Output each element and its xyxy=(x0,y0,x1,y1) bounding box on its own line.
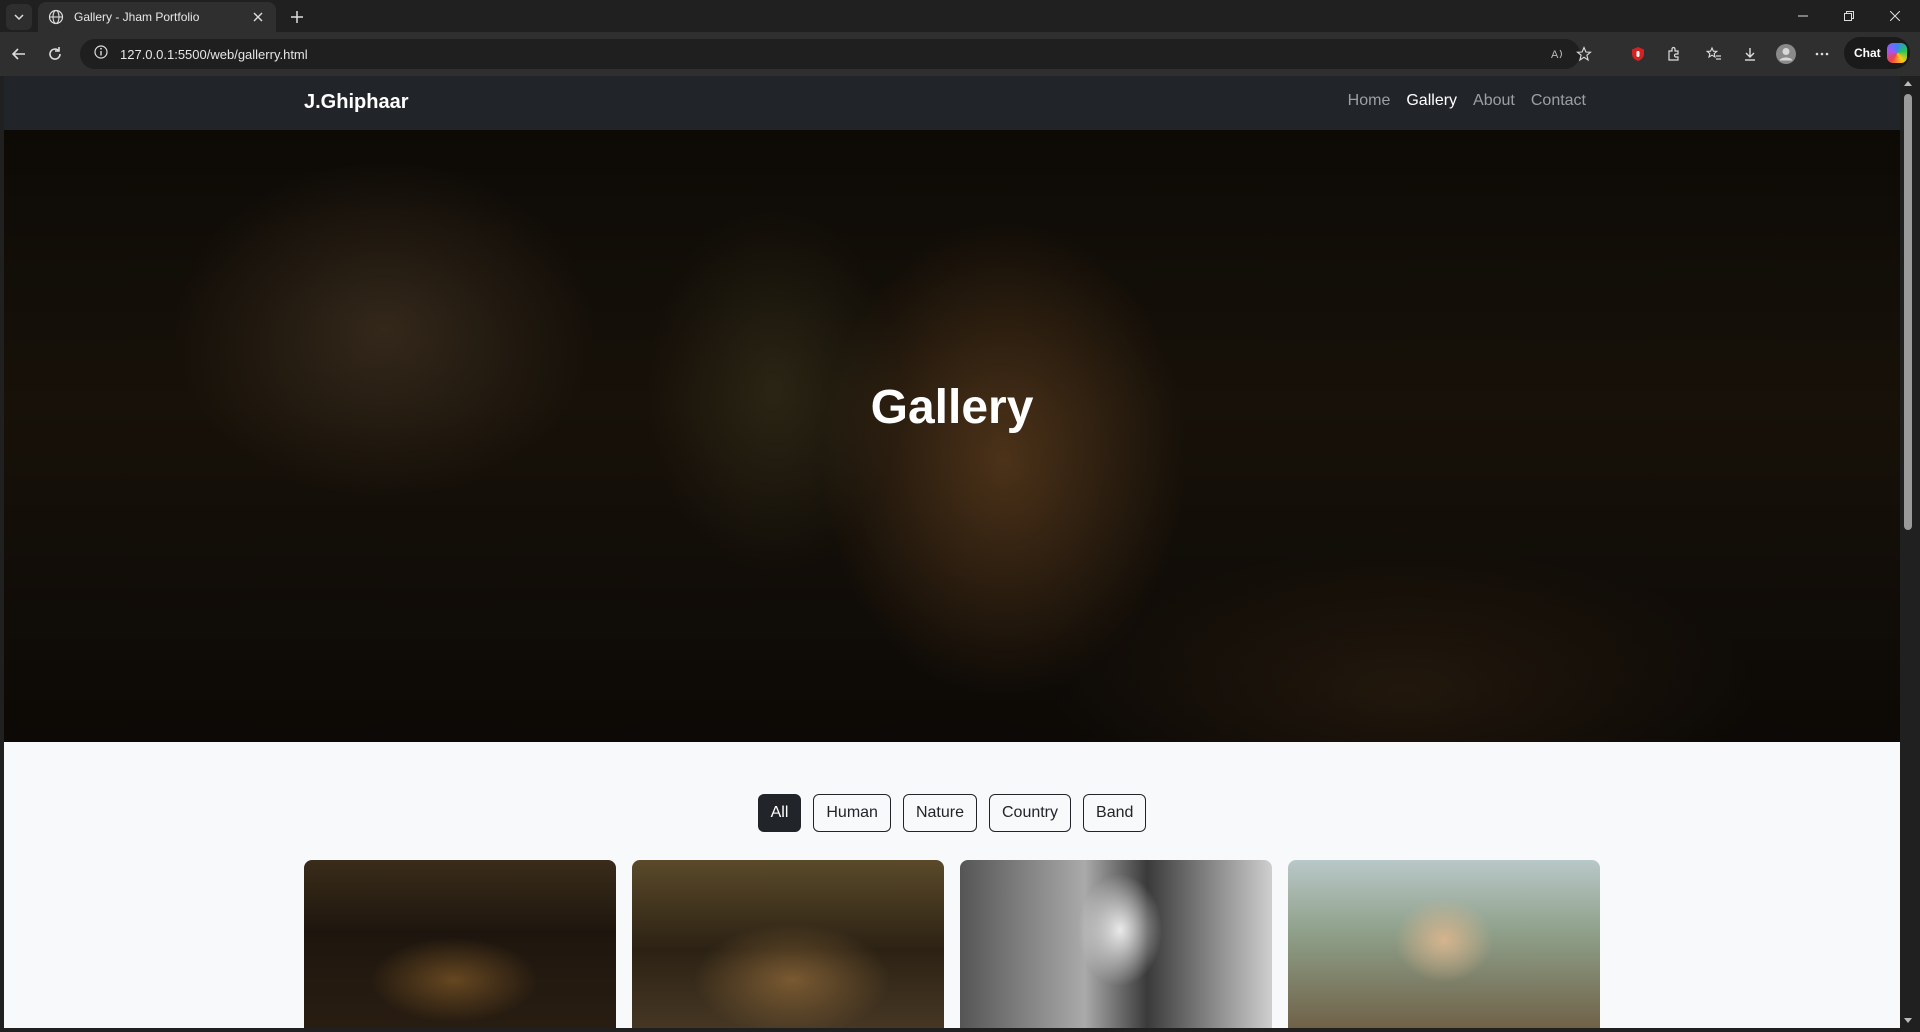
new-tab-icon[interactable] xyxy=(285,5,309,29)
hero-banner: Gallery xyxy=(4,130,1900,742)
scroll-up-arrow-icon[interactable] xyxy=(1904,79,1912,87)
adblock-extension-icon[interactable] xyxy=(1626,42,1650,66)
svg-text:A: A xyxy=(1551,49,1559,61)
gallery-photo[interactable] xyxy=(632,860,944,1028)
nav-links: Home Gallery About Contact xyxy=(1340,92,1594,110)
close-tab-icon[interactable] xyxy=(250,9,266,25)
close-window-icon[interactable] xyxy=(1872,0,1918,32)
browser-toolbar: 127.0.0.1:5500/web/gallerry.html A Chat xyxy=(0,32,1920,76)
favorites-icon[interactable] xyxy=(1702,42,1726,66)
tab-list-button[interactable] xyxy=(6,4,32,30)
restore-icon[interactable] xyxy=(1826,0,1872,32)
copilot-chat-button[interactable]: Chat xyxy=(1844,37,1910,69)
gallery-photo[interactable] xyxy=(960,860,1272,1028)
filter-human-button[interactable]: Human xyxy=(813,794,891,832)
scrollbar-thumb[interactable] xyxy=(1904,94,1912,530)
downloads-icon[interactable] xyxy=(1738,42,1762,66)
nav-link-contact[interactable]: Contact xyxy=(1523,92,1594,110)
gallery-photo[interactable] xyxy=(304,860,616,1028)
page-scrollbar[interactable] xyxy=(1900,76,1916,1028)
minimize-icon[interactable] xyxy=(1780,0,1826,32)
gallery-photo[interactable] xyxy=(1288,860,1600,1028)
back-arrow-icon[interactable] xyxy=(7,42,31,66)
nav-link-home[interactable]: Home xyxy=(1340,92,1399,110)
tab-strip: Gallery - Jham Portfolio xyxy=(0,0,1920,32)
site-navbar: J.Ghiphaar Home Gallery About Contact xyxy=(4,76,1900,130)
extensions-icon[interactable] xyxy=(1662,42,1686,66)
filter-country-button[interactable]: Country xyxy=(988,794,1072,832)
tab-title: Gallery - Jham Portfolio xyxy=(74,10,200,24)
copilot-icon xyxy=(1886,43,1907,63)
scroll-down-arrow-icon[interactable] xyxy=(1904,1017,1912,1025)
active-tab[interactable]: Gallery - Jham Portfolio xyxy=(38,2,276,32)
hero-title: Gallery xyxy=(870,381,1034,434)
info-icon[interactable] xyxy=(94,44,108,64)
gallery-grid xyxy=(304,860,1600,1028)
more-options-icon[interactable] xyxy=(1810,42,1834,66)
chevron-down-icon xyxy=(14,14,24,21)
filter-band-button[interactable]: Band xyxy=(1083,794,1147,832)
url-text: 127.0.0.1:5500/web/gallerry.html xyxy=(120,46,308,62)
profile-avatar-icon[interactable] xyxy=(1774,42,1798,66)
chat-label: Chat xyxy=(1854,46,1881,60)
read-aloud-icon[interactable]: A xyxy=(1550,46,1566,62)
globe-icon xyxy=(48,9,64,25)
favorite-star-icon[interactable] xyxy=(1576,46,1592,62)
nav-link-gallery[interactable]: Gallery xyxy=(1398,92,1465,110)
site-brand[interactable]: J.Ghiphaar xyxy=(304,91,408,114)
filter-buttons: All Human Nature Country Band xyxy=(4,794,1900,832)
reload-icon[interactable] xyxy=(43,42,67,66)
filter-all-button[interactable]: All xyxy=(757,794,802,832)
filter-nature-button[interactable]: Nature xyxy=(902,794,977,832)
page-viewport: J.Ghiphaar Home Gallery About Contact Ga… xyxy=(4,76,1900,1028)
address-bar[interactable]: 127.0.0.1:5500/web/gallerry.html A xyxy=(80,39,1592,69)
nav-link-about[interactable]: About xyxy=(1465,92,1523,110)
